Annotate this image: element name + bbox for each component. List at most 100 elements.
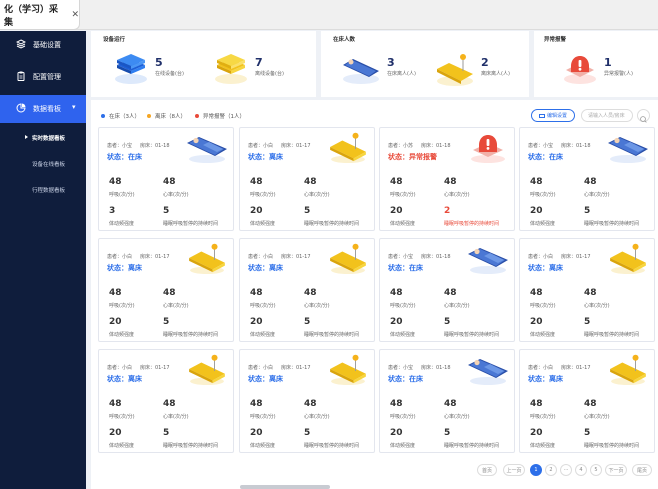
alarm-label: 异常报警(人)	[604, 71, 633, 77]
sidebar-sub-device-online-board[interactable]: 设备在线看板	[0, 153, 86, 175]
search-button[interactable]	[637, 109, 650, 123]
page-2-button[interactable]: 2	[545, 464, 557, 476]
breath-rate-value: 48	[390, 177, 403, 187]
bed-empty-icon	[606, 243, 650, 275]
apnea-duration-value: 5	[163, 428, 170, 438]
bed-empty-icon	[326, 132, 370, 164]
heart-rate-label: 心率(次/分)	[444, 414, 470, 420]
last-page-button[interactable]: 尾页	[632, 464, 652, 476]
in-bed-count: 3	[387, 56, 395, 69]
breath-rate-label: 呼吸(次/分)	[109, 414, 135, 420]
breath-rate-label: 呼吸(次/分)	[530, 414, 556, 420]
heart-rate-value: 48	[304, 399, 317, 409]
heart-rate-label: 心率(次/分)	[304, 303, 330, 309]
offline-count: 7	[255, 56, 263, 69]
body-movement-label: 体动频强度	[530, 221, 556, 227]
patient-name: 患者：小白	[528, 365, 554, 371]
patient-card[interactable]: 患者：小白 房床：01-17 状态：离床 48 呼吸(次/分) 48 心率(次/分) 20 体动…	[519, 238, 655, 342]
edit-settings-button[interactable]: 编辑设置	[531, 109, 575, 122]
patient-card[interactable]: 患者：小宝 房床：01-18 状态：在床 48 呼吸(次/分) 48 心率(次/分) 20 体动…	[379, 349, 515, 453]
bed-stats-card: 在床人数 3 在床离人(人) 2 离床离人(人)	[321, 31, 529, 97]
breath-rate-value: 48	[109, 399, 122, 409]
page-5-button[interactable]: 5	[590, 464, 602, 476]
legend-in-bed: 在床（3人）	[101, 112, 140, 120]
patient-name: 患者：小宝	[107, 143, 133, 149]
sidebar-item-data-board[interactable]: 数据看板 ▾	[0, 95, 86, 123]
close-icon[interactable]: ✕	[71, 10, 79, 20]
patient-card[interactable]: 患者：小宝 房床：01-18 状态：在床 48 呼吸(次/分) 48 心率(次/分) 20 体动…	[379, 238, 515, 342]
online-label: 在线设备(台)	[155, 71, 184, 77]
patient-card[interactable]: 患者：小白 房床：01-17 状态：离床 48 呼吸(次/分) 48 心率(次/分) 20 体动…	[98, 238, 234, 342]
patient-card[interactable]: 患者：小白 房床：01-17 状态：离床 48 呼吸(次/分) 48 心率(次/分) 20 体动…	[239, 238, 375, 342]
sidebar-item-label: 基础设置	[33, 41, 61, 49]
breath-rate-value: 48	[390, 399, 403, 409]
body-movement-label: 体动频强度	[390, 443, 416, 449]
breath-rate-value: 48	[109, 177, 122, 187]
heart-rate-label: 心率(次/分)	[444, 303, 470, 309]
sidebar-item-basic-settings[interactable]: 基础设置	[0, 31, 86, 59]
apnea-duration-value: 5	[304, 428, 311, 438]
patient-card[interactable]: 患者：小白 房床：01-17 状态：离床 48 呼吸(次/分) 48 心率(次/分) 20 体动…	[519, 349, 655, 453]
breath-rate-label: 呼吸(次/分)	[109, 192, 135, 198]
patient-card[interactable]: 患者：小宝 房床：01-18 状态：在床 48 呼吸(次/分) 48 心率(次/分) 20 体动…	[519, 127, 655, 231]
patient-card[interactable]: 患者：小宝 房床：01-18 状态：在床 48 呼吸(次/分) 48 心率(次/分) 3 体动频…	[98, 127, 234, 231]
bed-occupied-icon	[606, 132, 650, 164]
patient-card[interactable]: 患者：小白 房床：01-17 状态：离床 48 呼吸(次/分) 48 心率(次/分) 20 体动…	[239, 127, 375, 231]
heart-rate-value: 48	[444, 288, 457, 298]
bed-number: 房床：01-18	[421, 143, 451, 149]
heart-rate-label: 心率(次/分)	[584, 414, 610, 420]
card-title: 设备运行	[103, 37, 126, 43]
breath-rate-label: 呼吸(次/分)	[250, 192, 276, 198]
bed-empty-icon	[326, 243, 370, 275]
heart-rate-label: 心率(次/分)	[163, 192, 189, 198]
patient-status: 状态：离床	[528, 264, 563, 272]
online-devices-stat: 5 在线设备(台)	[113, 53, 184, 85]
tab-active[interactable]: 化（学习）采集 ✕	[0, 0, 80, 30]
patient-card[interactable]: 患者：小白 房床：01-17 状态：离床 48 呼吸(次/分) 48 心率(次/分) 20 体动…	[239, 349, 375, 453]
in-bed-stat: 3 在床离人(人)	[339, 53, 416, 85]
bed-occupied-icon	[185, 132, 229, 164]
apnea-duration-value: 5	[304, 206, 311, 216]
apnea-duration-value: 5	[444, 428, 451, 438]
heart-rate-label: 心率(次/分)	[304, 192, 330, 198]
apnea-duration-value: 5	[584, 206, 591, 216]
patient-card[interactable]: 患者：小白 房床：01-17 状态：离床 48 呼吸(次/分) 48 心率(次/分) 20 体动…	[98, 349, 234, 453]
page-ellipsis[interactable]: ···	[560, 464, 572, 476]
patient-status: 状态：离床	[248, 153, 283, 161]
bed-empty-icon	[185, 354, 229, 386]
heart-rate-value: 48	[163, 399, 176, 409]
sidebar-sub-trip-data-board[interactable]: 行程数据看板	[0, 179, 86, 201]
first-page-button[interactable]: 首页	[477, 464, 497, 476]
legend-label: 离床（8人）	[155, 114, 186, 120]
edit-settings-label: 编辑设置	[546, 113, 567, 119]
apnea-duration-value: 5	[584, 428, 591, 438]
apnea-duration-value: 2	[444, 206, 451, 216]
apnea-duration-label: 睡眠呼吸暂停的持续时间	[444, 332, 500, 338]
patient-status: 状态：离床	[107, 264, 142, 272]
body-movement-value: 3	[109, 206, 116, 216]
prev-page-button[interactable]: 上一页	[503, 464, 525, 476]
next-page-button[interactable]: 下一页	[605, 464, 627, 476]
horizontal-scrollbar[interactable]	[240, 485, 330, 489]
apnea-duration-value: 5	[304, 317, 311, 327]
alarm-icon	[466, 132, 510, 164]
heart-rate-label: 心率(次/分)	[304, 414, 330, 420]
patient-name: 患者：小苏	[388, 143, 414, 149]
page-4-button[interactable]: 4	[575, 464, 587, 476]
search-input[interactable]: 请输入人员/房床	[581, 109, 633, 122]
breath-rate-value: 48	[530, 399, 543, 409]
apnea-duration-value: 5	[444, 317, 451, 327]
breath-rate-value: 48	[250, 288, 263, 298]
sidebar-sub-realtime-board[interactable]: 实时数据看板	[0, 127, 86, 149]
body-movement-label: 体动频强度	[530, 332, 556, 338]
legend-label: 异常报警（1人）	[203, 114, 245, 120]
search-icon	[640, 116, 647, 123]
patient-card[interactable]: 患者：小苏 房床：01-18 状态：异常报警 48 呼吸(次/分) 48 心率(次/分) 20…	[379, 127, 515, 231]
bed-number: 房床：01-17	[281, 365, 311, 371]
patient-status: 状态：离床	[248, 375, 283, 383]
page-1-button[interactable]: 1	[530, 464, 542, 476]
legend-dot	[101, 114, 105, 118]
heart-rate-label: 心率(次/分)	[584, 303, 610, 309]
sidebar-item-config-management[interactable]: 配置管理	[0, 63, 86, 91]
server-stack-icon	[115, 54, 147, 84]
